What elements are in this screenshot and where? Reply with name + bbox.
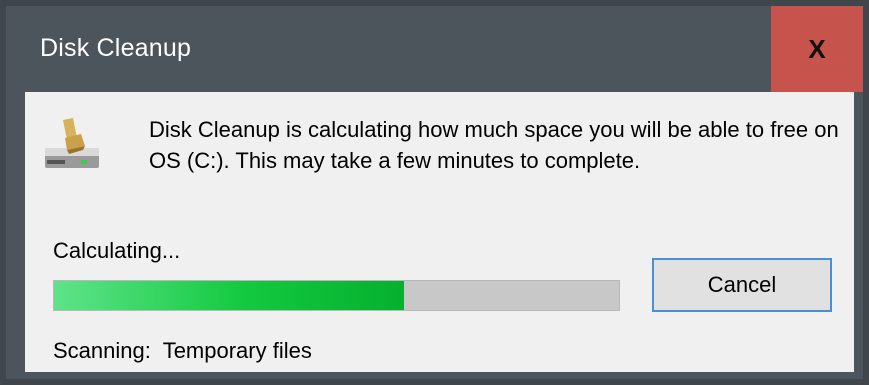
status-label: Calculating...: [53, 238, 181, 263]
close-button[interactable]: X: [771, 6, 863, 92]
scanning-item: Temporary files: [162, 338, 312, 363]
disk-cleanup-icon: [45, 118, 99, 168]
window-title: Disk Cleanup: [40, 34, 192, 62]
scanning-status: Scanning: Temporary files: [53, 338, 312, 364]
dialog-content: Disk Cleanup is calculating how much spa…: [25, 92, 854, 372]
progress-bar: [53, 280, 620, 311]
close-icon: X: [808, 33, 826, 64]
scanning-prefix: Scanning:: [53, 338, 151, 363]
progress-fill: [54, 281, 405, 310]
cancel-button[interactable]: Cancel: [652, 258, 832, 312]
title-bar[interactable]: Disk Cleanup X: [6, 6, 863, 92]
disk-cleanup-window: Disk Cleanup X Disk Cleanup is calculati…: [6, 6, 863, 379]
dialog-message: Disk Cleanup is calculating how much spa…: [149, 117, 839, 173]
